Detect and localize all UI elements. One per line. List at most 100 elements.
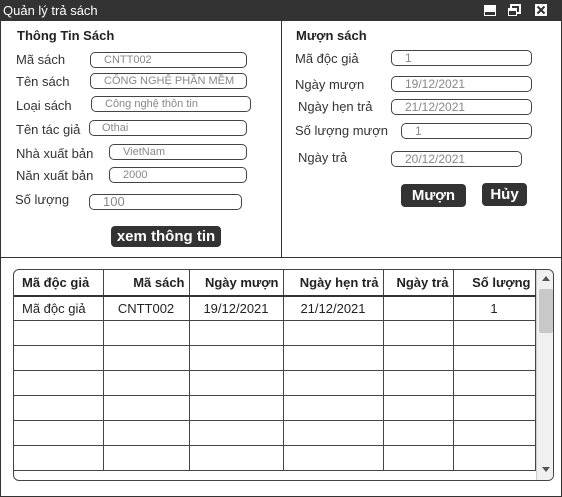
reader-id-field[interactable]: 1 [391, 50, 532, 66]
cell-return-date[interactable] [383, 296, 454, 321]
due-date-label: Ngày hẹn trả [298, 99, 373, 114]
empty-cell[interactable] [453, 420, 536, 446]
window: Quản lý trả sách Thông Tin Sách Mã sách … [0, 0, 562, 497]
book-title-field[interactable]: CÔNG NGHỆ PHẦN MỀM [90, 73, 247, 89]
borrow-quantity-label: Số lượng mượn [295, 123, 388, 138]
publish-year-field[interactable]: 2000 [109, 167, 247, 183]
empty-cell[interactable] [189, 445, 284, 471]
loan-table-panel: Mã độc giả Mã sách Ngày mượn Ngày hẹn tr… [1, 258, 561, 496]
column-header-due-date[interactable]: Ngày hẹn trả [283, 270, 384, 297]
empty-cell[interactable] [453, 345, 536, 371]
scroll-up-icon[interactable] [542, 276, 550, 281]
cell-borrow-date[interactable]: 19/12/2021 [189, 296, 284, 321]
book-category-label: Loại sách [16, 98, 72, 113]
empty-cell[interactable] [283, 345, 384, 371]
borrow-panel: Mượn sách Mã độc giả 1 Ngày mượn 19/12/2… [282, 21, 561, 258]
empty-cell[interactable] [383, 370, 454, 396]
column-header-reader-id[interactable]: Mã độc giả [14, 270, 104, 297]
loan-table[interactable]: Mã độc giả Mã sách Ngày mượn Ngày hẹn tr… [13, 269, 554, 481]
publisher-label: Nhà xuất bản [16, 146, 94, 161]
return-date-field[interactable]: 20/12/2021 [391, 151, 522, 167]
cancel-button[interactable]: Hủy [482, 183, 527, 206]
book-category-field[interactable]: Công nghệ thôn tin [91, 96, 251, 112]
borrow-button[interactable]: Mượn [401, 184, 466, 207]
cell-due-date[interactable]: 21/12/2021 [283, 296, 384, 321]
empty-cell[interactable] [453, 320, 536, 346]
column-header-quantity[interactable]: Số lượng [453, 270, 536, 297]
publish-year-label: Năn xuất bản [16, 168, 94, 183]
empty-cell[interactable] [103, 370, 190, 396]
due-date-field[interactable]: 21/12/2021 [391, 99, 532, 115]
cell-reader-id[interactable]: Mã độc giả [14, 296, 104, 321]
empty-cell[interactable] [283, 445, 384, 471]
empty-cell[interactable] [283, 395, 384, 421]
table-row-empty[interactable] [14, 395, 536, 421]
empty-cell[interactable] [14, 345, 104, 371]
empty-cell[interactable] [189, 345, 284, 371]
empty-cell[interactable] [383, 320, 454, 346]
empty-cell[interactable] [103, 345, 190, 371]
empty-cell[interactable] [383, 395, 454, 421]
empty-cell[interactable] [283, 320, 384, 346]
empty-cell[interactable] [189, 420, 284, 446]
table-row-empty[interactable] [14, 445, 536, 471]
empty-cell[interactable] [283, 420, 384, 446]
empty-cell[interactable] [14, 370, 104, 396]
empty-cell[interactable] [103, 320, 190, 346]
minimize-icon[interactable] [483, 4, 497, 17]
reader-id-label: Mã độc giả [295, 51, 359, 66]
borrow-date-field[interactable]: 19/12/2021 [391, 76, 532, 92]
close-icon[interactable] [534, 4, 548, 17]
book-id-label: Mã sách [16, 52, 66, 67]
table-row-empty[interactable] [14, 320, 536, 346]
cell-book-id[interactable]: CNTT002 [103, 296, 190, 321]
empty-cell[interactable] [189, 370, 284, 396]
borrow-date-label: Ngày mượn [295, 77, 365, 92]
empty-cell[interactable] [189, 395, 284, 421]
empty-cell[interactable] [103, 395, 190, 421]
book-id-field[interactable]: CNTT002 [90, 52, 247, 68]
return-date-label: Ngày trả [298, 150, 348, 165]
author-field[interactable]: Othai [89, 120, 247, 136]
column-header-book-id[interactable]: Mã sách [103, 270, 190, 297]
column-header-borrow-date[interactable]: Ngày mượn [189, 270, 284, 297]
book-title-label: Tên sách [16, 74, 70, 89]
column-header-return-date[interactable]: Ngày trả [383, 270, 454, 297]
empty-cell[interactable] [453, 370, 536, 396]
empty-cell[interactable] [383, 345, 454, 371]
empty-cell[interactable] [103, 420, 190, 446]
window-title: Quản lý trả sách [3, 3, 98, 18]
quantity-field[interactable]: 100 [89, 194, 242, 210]
empty-cell[interactable] [14, 320, 104, 346]
scroll-down-icon[interactable] [542, 467, 550, 472]
empty-cell[interactable] [453, 395, 536, 421]
table-row-empty[interactable] [14, 370, 536, 396]
empty-cell[interactable] [14, 395, 104, 421]
book-info-heading: Thông Tin Sách [17, 28, 115, 43]
table-header-row: Mã độc giả Mã sách Ngày mượn Ngày hẹn tr… [14, 270, 536, 297]
empty-cell[interactable] [383, 420, 454, 446]
empty-cell[interactable] [189, 320, 284, 346]
author-label: Tên tác giả [16, 122, 81, 137]
table-row-empty[interactable] [14, 345, 536, 371]
empty-cell[interactable] [453, 445, 536, 471]
scroll-thumb[interactable] [539, 289, 553, 333]
empty-cell[interactable] [383, 445, 454, 471]
borrow-heading: Mượn sách [296, 28, 367, 43]
view-info-button[interactable]: xem thông tin [111, 226, 221, 247]
empty-cell[interactable] [283, 370, 384, 396]
table-row[interactable]: Mã độc giả CNTT002 19/12/2021 21/12/2021… [14, 296, 536, 321]
empty-cell[interactable] [14, 420, 104, 446]
cell-quantity[interactable]: 1 [453, 296, 536, 321]
vertical-scrollbar[interactable] [536, 270, 553, 480]
borrow-quantity-field[interactable]: 1 [401, 123, 532, 139]
loan-grid: Mã độc giả Mã sách Ngày mượn Ngày hẹn tr… [14, 270, 536, 471]
restore-icon[interactable] [507, 4, 521, 17]
book-info-panel: Thông Tin Sách Mã sách CNTT002 Tên sách … [1, 21, 282, 258]
empty-cell[interactable] [103, 445, 190, 471]
table-row-empty[interactable] [14, 420, 536, 446]
empty-cell[interactable] [14, 445, 104, 471]
title-bar: Quản lý trả sách [1, 1, 561, 21]
publisher-field[interactable]: VietNam [109, 144, 247, 160]
quantity-label: Số lượng [15, 192, 70, 207]
